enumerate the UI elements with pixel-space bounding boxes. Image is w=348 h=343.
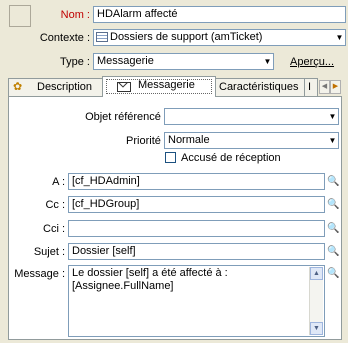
sujet-label: Sujet : xyxy=(33,246,65,258)
message-label: Message : xyxy=(14,268,65,280)
cci-label: Cci : xyxy=(43,223,65,235)
tab-scroll-left-button[interactable]: ◀ xyxy=(319,80,330,94)
search-icon[interactable]: 🔍 xyxy=(327,267,339,280)
tab-caracteristiques-label: Caractéristiques xyxy=(219,81,299,93)
accuse-checkbox[interactable] xyxy=(165,152,176,163)
nom-field[interactable]: HDAlarm affecté xyxy=(93,6,346,23)
cc-field[interactable]: [cf_HDGroup] xyxy=(68,196,325,213)
tab-scroll-right-button[interactable]: ▶ xyxy=(330,80,341,94)
contexte-value: Dossiers de support (amTicket) xyxy=(110,31,263,43)
type-select[interactable]: Messagerie ▼ xyxy=(93,53,274,70)
scroll-up-button[interactable]: ▲ xyxy=(310,267,323,280)
message-line-2: [Assignee.FullName] xyxy=(72,280,174,292)
table-icon xyxy=(96,32,108,43)
search-icon[interactable]: 🔍 xyxy=(327,222,339,235)
cci-field[interactable] xyxy=(68,220,325,237)
message-scrollbar[interactable]: ▲ ▼ xyxy=(309,267,323,335)
tab-messagerie[interactable]: Messagerie xyxy=(102,76,216,97)
tab-description-label: Description xyxy=(37,81,93,93)
type-label: Type : xyxy=(60,56,90,68)
message-line-1: Le dossier [self] a été affecté à : xyxy=(72,267,228,279)
tab-description[interactable]: ✿ Description xyxy=(8,78,104,96)
gears-icon: ✿ xyxy=(13,81,23,93)
scroll-down-button[interactable]: ▼ xyxy=(310,322,323,335)
search-icon[interactable]: 🔍 xyxy=(327,175,339,188)
sujet-field[interactable]: Dossier [self] xyxy=(68,243,325,260)
tab-focus-rect xyxy=(106,79,212,94)
record-icon-box xyxy=(9,5,31,27)
tab-caracteristiques[interactable]: Caractéristiques xyxy=(214,78,306,96)
a-label: A : xyxy=(52,176,65,188)
apercu-button[interactable]: Aperçu... xyxy=(290,55,334,69)
cc-value: [cf_HDGroup] xyxy=(72,198,140,210)
window: Nom : HDAlarm affecté Contexte : Dossier… xyxy=(0,0,348,343)
chevron-down-icon[interactable]: ▼ xyxy=(334,30,345,45)
contexte-select[interactable]: Dossiers de support (amTicket) ▼ xyxy=(93,29,346,46)
cc-label: Cc : xyxy=(45,199,65,211)
search-icon[interactable]: 🔍 xyxy=(327,198,339,211)
a-value: [cf_HDAdmin] xyxy=(72,175,140,187)
tab-bar: ✿ Description Messagerie Caractéristique… xyxy=(8,76,342,97)
contexte-label: Contexte : xyxy=(39,32,90,44)
search-icon[interactable]: 🔍 xyxy=(327,245,339,258)
objet-select[interactable]: ▼ xyxy=(164,108,339,125)
tab-more[interactable]: I xyxy=(304,78,318,96)
accuse-label: Accusé de réception xyxy=(181,152,281,164)
objet-label: Objet référencé : xyxy=(85,111,167,123)
tab-more-label: I xyxy=(308,81,312,93)
nom-value: HDAlarm affecté xyxy=(97,8,178,20)
priorite-select[interactable]: Normale ▼ xyxy=(164,132,339,149)
nom-label: Nom : xyxy=(60,9,90,21)
a-field[interactable]: [cf_HDAdmin] xyxy=(68,173,325,190)
type-value: Messagerie xyxy=(97,55,154,67)
sujet-value: Dossier [self] xyxy=(72,245,136,257)
message-textarea[interactable]: Le dossier [self] a été affecté à : [Ass… xyxy=(68,265,325,337)
priorite-value: Normale xyxy=(168,134,210,146)
chevron-down-icon[interactable]: ▼ xyxy=(327,109,338,124)
priorite-label: Priorité : xyxy=(126,135,167,147)
chevron-down-icon[interactable]: ▼ xyxy=(327,133,338,148)
messagerie-panel: Objet référencé : ▼ Priorité : Normale ▼… xyxy=(8,96,342,340)
chevron-down-icon[interactable]: ▼ xyxy=(262,54,273,69)
